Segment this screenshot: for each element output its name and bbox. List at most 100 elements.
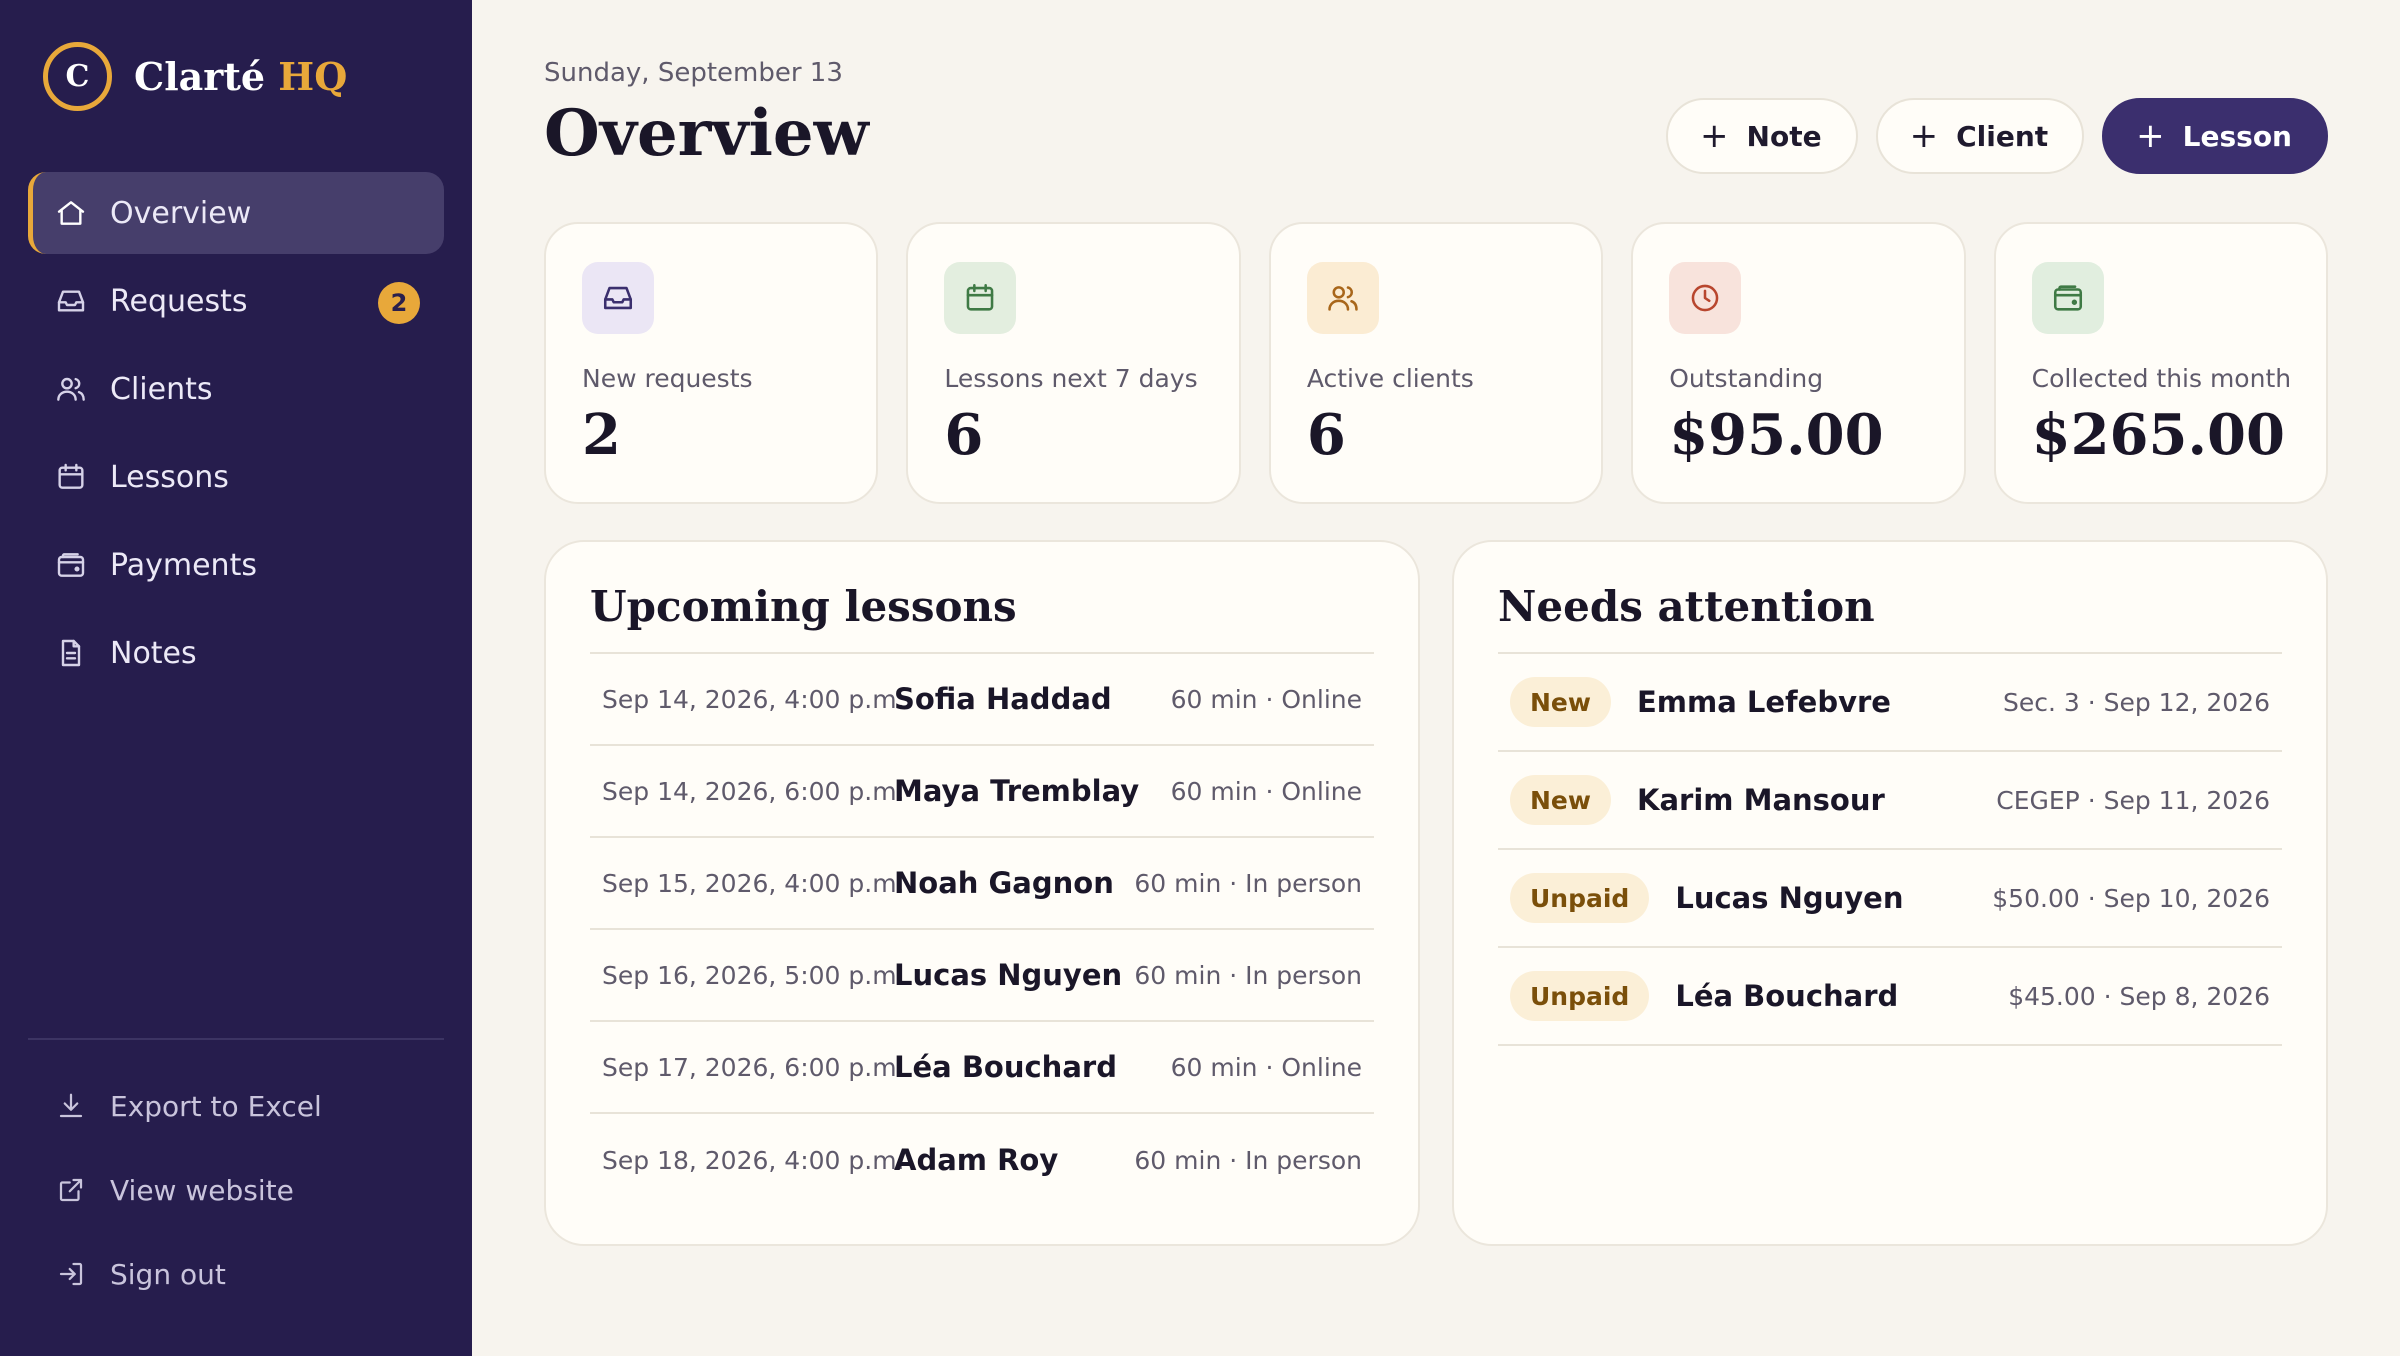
lesson-meta: 60 min · Online [1170, 684, 1362, 714]
status-badge: New [1510, 677, 1611, 727]
lesson-datetime: Sep 16, 2026, 5:00 p.m. [602, 960, 905, 990]
export-to-excel-link[interactable]: Export to Excel [28, 1064, 444, 1148]
lesson-client: Maya Tremblay [894, 774, 1140, 808]
sidebar-item-overview[interactable]: Overview [28, 172, 444, 254]
clock-icon [1669, 262, 1742, 334]
lesson-row[interactable]: Sep 16, 2026, 5:00 p.m. Lucas Nguyen 60 … [590, 930, 1374, 1022]
users-icon [1306, 262, 1379, 334]
main-content: Sunday, September 13 Overview + Note + C… [472, 0, 2400, 1356]
sidebar-item-requests[interactable]: Requests 2 [28, 260, 444, 342]
lesson-row[interactable]: Sep 14, 2026, 6:00 p.m. Maya Tremblay 60… [590, 746, 1374, 838]
plus-icon: + [1700, 116, 1729, 156]
lesson-meta: 60 min · Online [1170, 776, 1362, 806]
sidebar: C Clarté HQ Overview Requests 2 Clients [0, 0, 472, 1356]
stat-label: Active clients [1306, 364, 1474, 393]
upcoming-lessons-panel: Upcoming lessons Sep 14, 2026, 4:00 p.m.… [544, 540, 1420, 1246]
stats-row: New requests 2 Lessons next 7 days 6 Act… [544, 222, 2329, 504]
sidebar-item-clients[interactable]: Clients [28, 348, 444, 430]
attention-meta: CEGEP · Sep 11, 2026 [1996, 785, 2270, 815]
stat-value: 2 [582, 402, 621, 468]
lesson-client: Léa Bouchard [894, 1050, 1117, 1084]
header-actions: + Note + Client + Lesson [1666, 98, 2328, 174]
attention-meta: $50.00 · Sep 10, 2026 [1992, 883, 2270, 913]
sidebar-item-label: Lessons [110, 459, 229, 495]
lesson-datetime: Sep 18, 2026, 4:00 p.m. [602, 1145, 905, 1175]
sign-out-icon [54, 1257, 88, 1291]
sidebar-footer: Export to Excel View website Sign out [28, 1064, 444, 1316]
inbox-icon [582, 262, 654, 334]
stat-card-outstanding[interactable]: Outstanding $95.00 [1631, 222, 1966, 504]
home-icon [54, 196, 88, 230]
view-website-link[interactable]: View website [28, 1148, 444, 1232]
needs-attention-list: New Emma Lefebvre Sec. 3 · Sep 12, 2026 … [1498, 652, 2282, 1046]
lesson-row[interactable]: Sep 15, 2026, 4:00 p.m. Noah Gagnon 60 m… [590, 838, 1374, 930]
lesson-datetime: Sep 14, 2026, 6:00 p.m. [602, 776, 905, 806]
status-badge: Unpaid [1510, 971, 1650, 1021]
stat-card-active-clients[interactable]: Active clients 6 [1268, 222, 1604, 504]
stat-label: Outstanding [1669, 364, 1824, 393]
external-link-icon [54, 1173, 88, 1207]
lesson-meta: 60 min · In person [1134, 1145, 1362, 1175]
attention-meta: $45.00 · Sep 8, 2026 [2008, 981, 2270, 1011]
sidebar-item-notes[interactable]: Notes [28, 612, 444, 694]
add-lesson-button[interactable]: + Lesson [2102, 98, 2328, 174]
footer-item-label: View website [110, 1173, 294, 1207]
lesson-row[interactable]: Sep 14, 2026, 4:00 p.m. Sofia Haddad 60 … [590, 654, 1374, 746]
brand[interactable]: C Clarté HQ [43, 42, 347, 111]
brand-name: Clarté HQ [134, 54, 348, 99]
stat-label: New requests [582, 364, 753, 393]
inbox-icon [54, 284, 88, 318]
stat-value: 6 [944, 402, 984, 468]
attention-row[interactable]: Unpaid Léa Bouchard $45.00 · Sep 8, 2026 [1498, 948, 2282, 1046]
sidebar-item-label: Notes [110, 635, 197, 671]
lesson-meta: 60 min · In person [1134, 868, 1362, 898]
stat-card-lessons-next-7-days[interactable]: Lessons next 7 days 6 [906, 222, 1241, 504]
attention-client: Léa Bouchard [1675, 979, 1899, 1013]
wallet-icon [54, 548, 88, 582]
lesson-meta: 60 min · In person [1134, 960, 1362, 990]
stat-value: 6 [1306, 402, 1346, 468]
wallet-icon [2031, 262, 2104, 334]
calendar-icon [54, 460, 88, 494]
sidebar-item-payments[interactable]: Payments [28, 524, 444, 606]
add-note-button[interactable]: + Note [1666, 98, 1858, 174]
lesson-row[interactable]: Sep 18, 2026, 4:00 p.m. Adam Roy 60 min … [590, 1114, 1374, 1206]
attention-row[interactable]: New Emma Lefebvre Sec. 3 · Sep 12, 2026 [1498, 654, 2282, 752]
sidebar-item-lessons[interactable]: Lessons [28, 436, 444, 518]
attention-row[interactable]: New Karim Mansour CEGEP · Sep 11, 2026 [1498, 752, 2282, 850]
sidebar-divider [28, 1038, 444, 1040]
attention-client: Lucas Nguyen [1675, 881, 1904, 915]
sidebar-item-label: Clients [110, 371, 213, 407]
brand-logo: C [43, 42, 112, 111]
plus-icon: + [2136, 116, 2165, 156]
sidebar-nav: Overview Requests 2 Clients Lessons Paym… [28, 172, 444, 700]
download-icon [54, 1089, 88, 1123]
lesson-datetime: Sep 15, 2026, 4:00 p.m. [602, 868, 905, 898]
requests-count-badge: 2 [378, 282, 420, 324]
lesson-datetime: Sep 14, 2026, 4:00 p.m. [602, 684, 905, 714]
upcoming-lessons-list: Sep 14, 2026, 4:00 p.m. Sofia Haddad 60 … [590, 652, 1374, 1206]
stat-value: $265.00 [2031, 402, 2285, 468]
sidebar-item-label: Payments [110, 547, 257, 583]
attention-row[interactable]: Unpaid Lucas Nguyen $50.00 · Sep 10, 202… [1498, 850, 2282, 948]
stat-label: Lessons next 7 days [944, 364, 1198, 393]
panel-title: Needs attention [1498, 582, 1875, 631]
document-icon [54, 636, 88, 670]
footer-item-label: Export to Excel [110, 1089, 322, 1123]
stat-card-new-requests[interactable]: New requests 2 [544, 222, 879, 504]
stat-card-collected-this-month[interactable]: Collected this month $265.00 [1993, 222, 2329, 504]
calendar-icon [944, 262, 1017, 334]
attention-client: Karim Mansour [1636, 783, 1885, 817]
lesson-row[interactable]: Sep 17, 2026, 6:00 p.m. Léa Bouchard 60 … [590, 1022, 1374, 1114]
sign-out-link[interactable]: Sign out [28, 1232, 444, 1316]
lesson-datetime: Sep 17, 2026, 6:00 p.m. [602, 1052, 905, 1082]
lesson-client: Adam Roy [894, 1143, 1059, 1177]
stat-label: Collected this month [2031, 364, 2292, 393]
lesson-client: Noah Gagnon [894, 866, 1114, 900]
lesson-meta: 60 min · Online [1170, 1052, 1362, 1082]
panel-title: Upcoming lessons [590, 582, 1017, 631]
lesson-client: Lucas Nguyen [894, 958, 1123, 992]
add-client-button[interactable]: + Client [1875, 98, 2085, 174]
needs-attention-panel: Needs attention New Emma Lefebvre Sec. 3… [1452, 540, 2328, 1246]
sidebar-item-label: Requests [110, 283, 248, 319]
